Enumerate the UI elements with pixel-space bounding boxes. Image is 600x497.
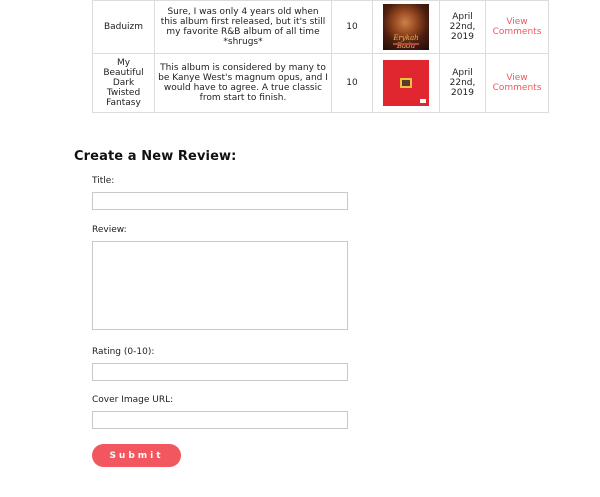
table-row: Baduizm Sure, I was only 4 years old whe… [92, 0, 549, 54]
link-cell: View Comments [485, 0, 549, 54]
rating-input[interactable] [92, 363, 348, 381]
link-cell: View Comments [485, 53, 549, 113]
review-date: April 22nd, 2019 [439, 0, 486, 54]
reviews-table: Baduizm Sure, I was only 4 years old whe… [92, 0, 549, 113]
review-title: My Beautiful Dark Twisted Fantasy [92, 53, 155, 113]
view-comments-link[interactable]: View Comments [493, 73, 542, 93]
table-row: My Beautiful Dark Twisted Fantasy This a… [92, 53, 549, 113]
album-cover-image [383, 60, 429, 106]
submit-button[interactable]: Submit [92, 444, 181, 467]
cover-subtitle-mark [393, 43, 419, 45]
cover-cell: Erykah Badu [372, 0, 440, 54]
review-title: Baduizm [92, 0, 155, 54]
review-rating: 10 [331, 53, 373, 113]
review-text: Sure, I was only 4 years old when this a… [154, 0, 332, 54]
create-review-heading: Create a New Review: [74, 149, 237, 164]
review-label: Review: [92, 225, 127, 235]
cover-frame-mark [400, 78, 412, 88]
album-cover-image: Erykah Badu [383, 4, 429, 50]
cover-url-input[interactable] [92, 411, 348, 429]
cover-url-label: Cover Image URL: [92, 395, 174, 405]
title-input[interactable] [92, 192, 348, 210]
review-date: April 22nd, 2019 [439, 53, 486, 113]
review-text: This album is considered by many to be K… [154, 53, 332, 113]
rating-label: Rating (0-10): [92, 347, 155, 357]
review-textarea[interactable] [92, 241, 348, 330]
view-comments-link[interactable]: View Comments [493, 17, 542, 37]
title-label: Title: [92, 176, 115, 186]
cover-label-mark [420, 99, 426, 103]
cover-artist-text: Erykah Badu [393, 34, 419, 50]
cover-cell [372, 53, 440, 113]
review-rating: 10 [331, 0, 373, 54]
